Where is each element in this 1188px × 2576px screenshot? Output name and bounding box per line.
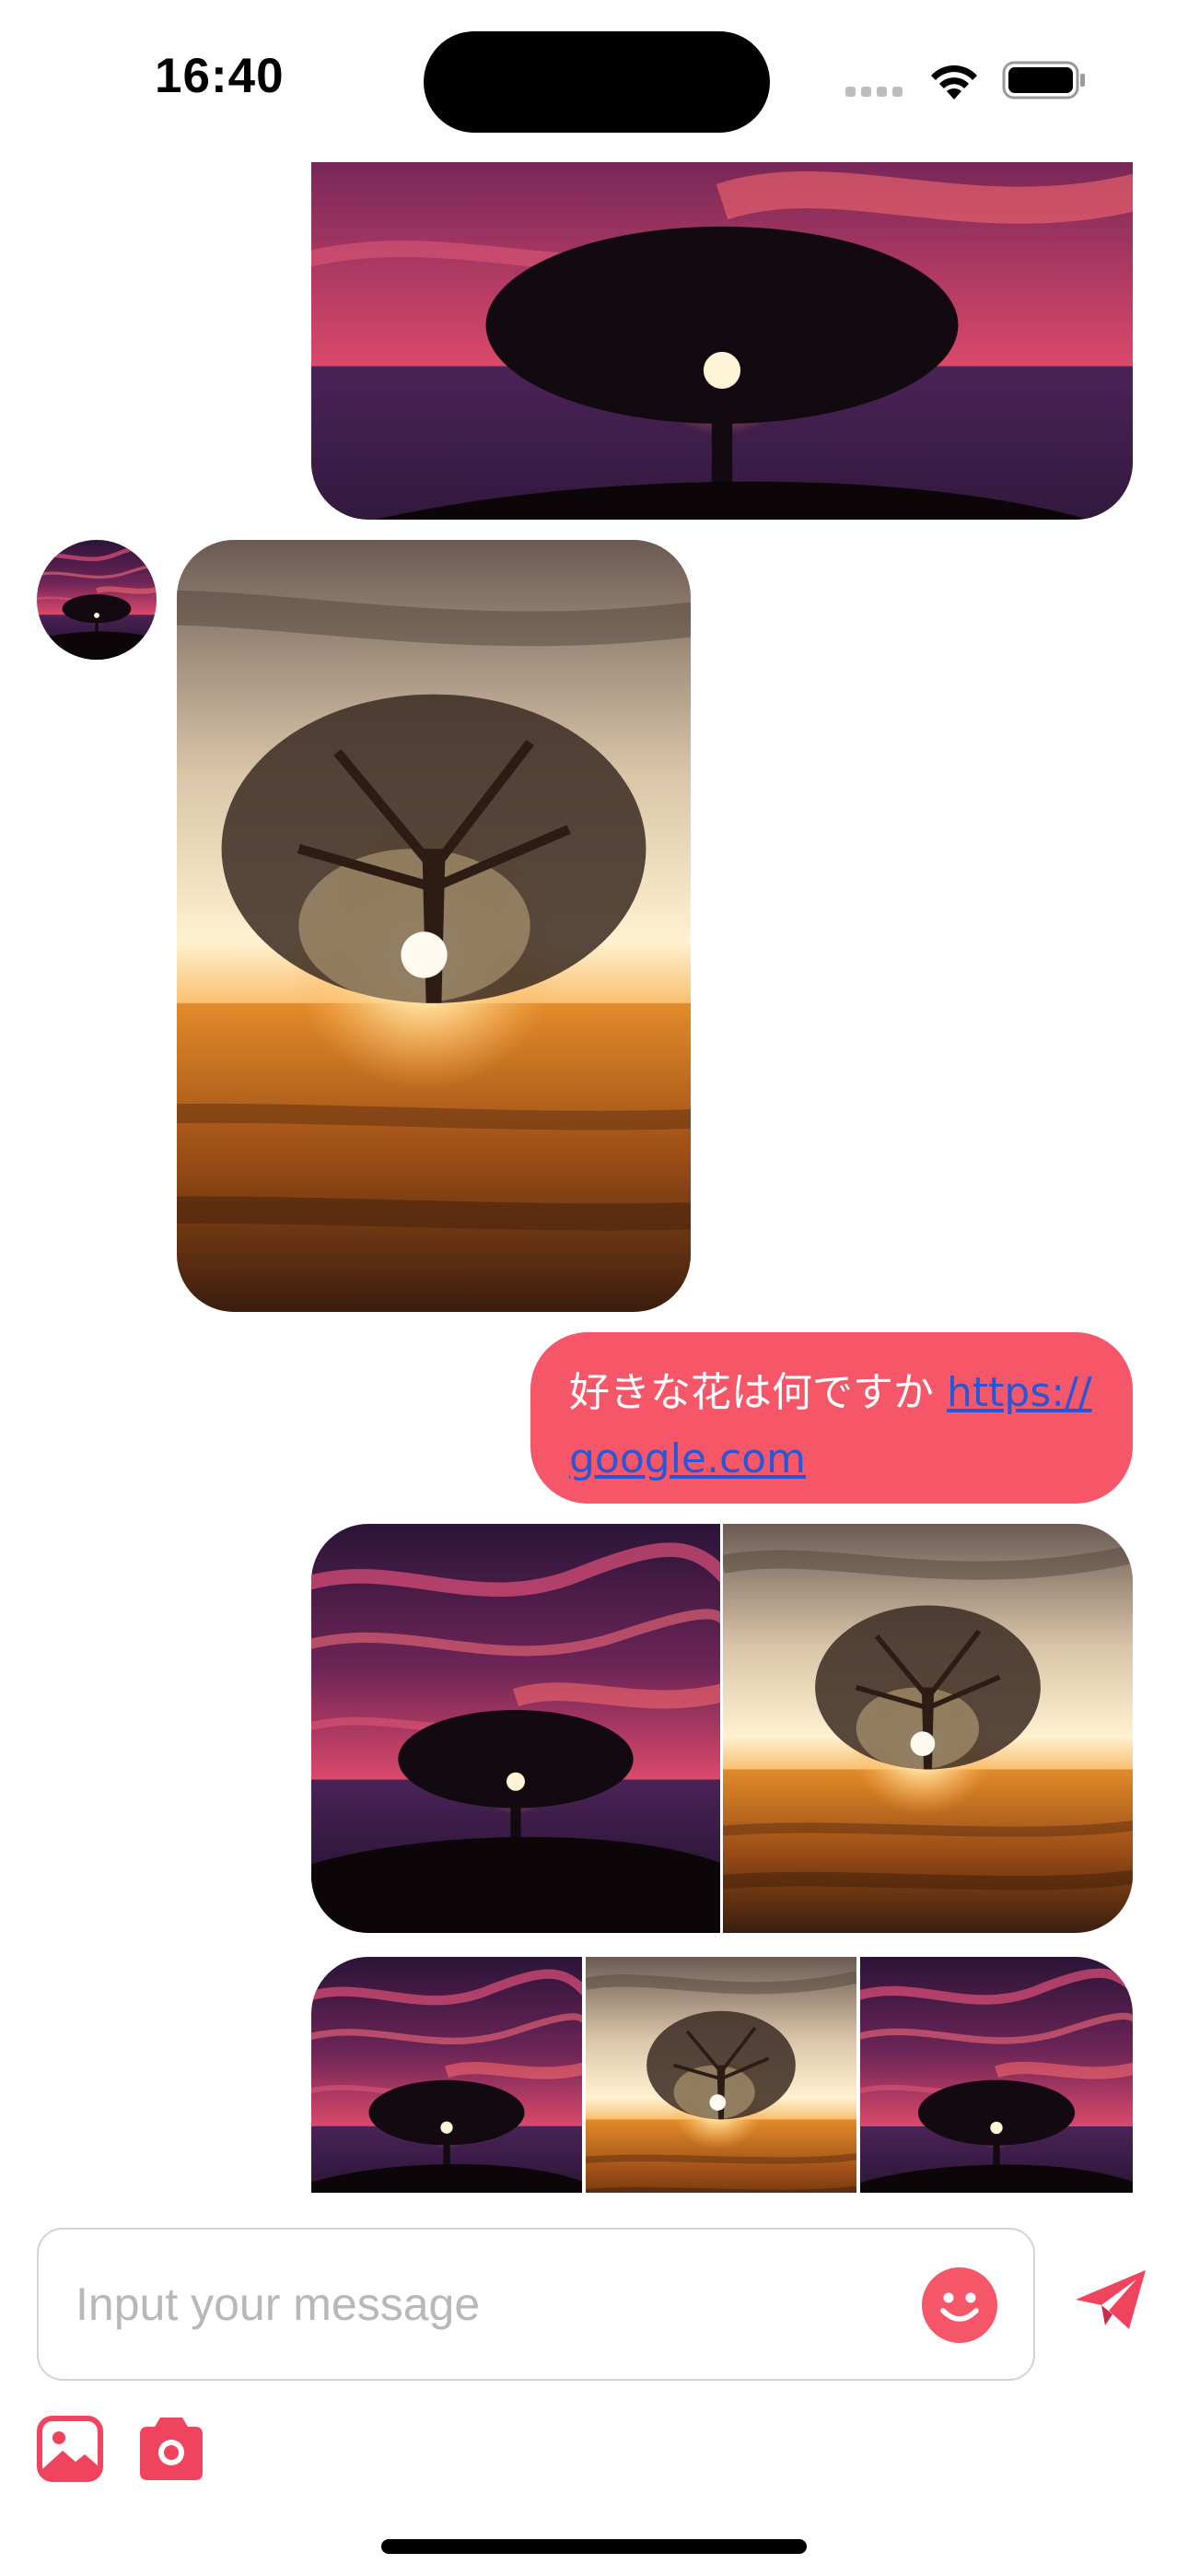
message-text: 好きな花は何ですか [569, 1369, 947, 1416]
chat-messages[interactable]: 好きな花は何ですか https://google.com [0, 162, 1188, 2193]
grid-photo-5[interactable] [860, 1957, 1133, 2193]
avatar[interactable] [37, 540, 157, 660]
golden-tree-photo [177, 540, 691, 1312]
sunset-tree-photo [311, 162, 1133, 520]
wifi-icon [931, 65, 977, 100]
sent-image-message[interactable] [311, 162, 1133, 520]
cellular-signal-icon [845, 87, 904, 98]
camera-icon[interactable] [138, 2414, 204, 2482]
grid-photo-2[interactable] [723, 1524, 1133, 1933]
grid-photo-3[interactable] [311, 1957, 582, 2193]
smile-icon[interactable] [921, 2266, 998, 2344]
battery-icon [1002, 61, 1085, 100]
grid-photo-4[interactable] [586, 1957, 856, 2193]
grid-photo-1[interactable] [311, 1524, 720, 1933]
message-input-box[interactable] [37, 2228, 1035, 2381]
status-time: 16:40 [155, 49, 285, 103]
sent-text-message[interactable]: 好きな花は何ですか https://google.com [530, 1332, 1133, 1504]
paper-plane-icon[interactable] [1074, 2268, 1147, 2333]
home-indicator[interactable] [381, 2539, 807, 2554]
image-icon[interactable] [37, 2416, 103, 2482]
sent-image-grid-3[interactable] [311, 1957, 1133, 2193]
message-input[interactable] [76, 2263, 904, 2346]
received-image-message[interactable] [177, 540, 691, 1312]
status-bar: 16:40 [0, 0, 1188, 157]
dynamic-island [424, 31, 770, 133]
sent-image-grid-2[interactable] [311, 1524, 1133, 1933]
avatar-photo [37, 540, 157, 660]
